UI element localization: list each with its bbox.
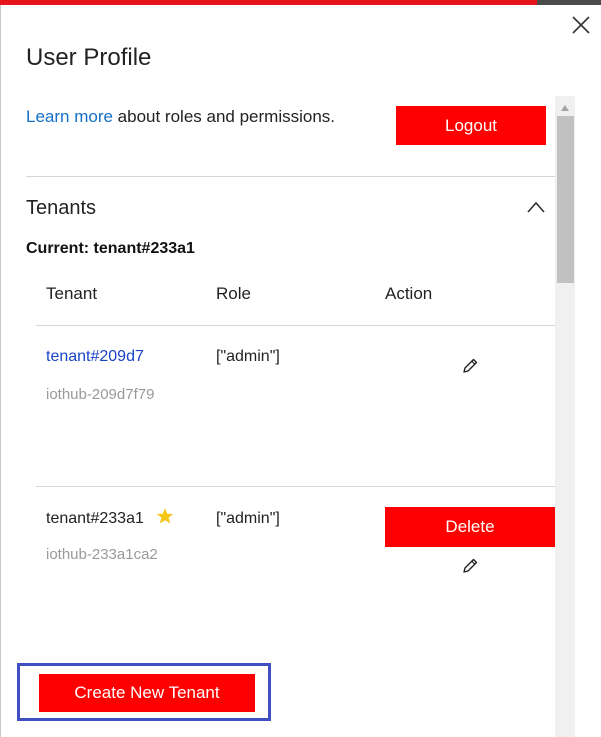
tenant-role: ["admin"] [216, 510, 280, 527]
table-header-divider [36, 325, 555, 326]
pencil-icon [463, 358, 478, 373]
tenant-link[interactable]: tenant#209d7 [46, 348, 144, 366]
section-divider [26, 176, 555, 177]
scroll-up-arrow-icon [561, 105, 569, 111]
tenant-role: ["admin"] [216, 348, 280, 365]
tenant-hub-id: iothub-233a1ca2 [46, 546, 158, 563]
close-icon [572, 16, 590, 34]
current-tenant-badge [156, 507, 174, 525]
collapse-section-button[interactable] [526, 200, 546, 214]
edit-tenant-button[interactable] [461, 557, 479, 575]
chevron-up-icon [527, 201, 545, 213]
current-tenant-label: Current: tenant#233a1 [26, 240, 195, 257]
create-tenant-highlight: Create New Tenant [17, 663, 271, 721]
profile-scroll-area: Learn more about roles and permissions. … [0, 96, 575, 737]
learn-more-link[interactable]: Learn more [26, 107, 113, 126]
create-new-tenant-button[interactable]: Create New Tenant [39, 674, 255, 712]
column-header-role: Role [216, 284, 251, 303]
delete-tenant-button[interactable]: Delete [385, 507, 555, 547]
page-title: User Profile [26, 44, 152, 71]
column-header-tenant: Tenant [46, 284, 98, 303]
tenant-hub-id: iothub-209d7f79 [46, 386, 155, 403]
top-accent-bar-dark [537, 0, 601, 5]
tenant-name: tenant#233a1 [46, 510, 144, 527]
star-icon [156, 508, 174, 524]
edit-tenant-button[interactable] [461, 357, 479, 375]
table-row-divider [36, 486, 555, 487]
scroll-up-button[interactable] [558, 100, 572, 111]
logout-button[interactable]: Logout [396, 106, 546, 145]
tenants-section-title: Tenants [26, 197, 97, 219]
roles-info-suffix: about roles and permissions. [112, 107, 335, 126]
pencil-icon [463, 558, 478, 573]
top-accent-bar [0, 0, 537, 5]
close-button[interactable] [570, 14, 592, 36]
scrollbar-thumb[interactable] [557, 116, 574, 283]
column-header-action: Action [385, 284, 433, 303]
roles-info-text: Learn more about roles and permissions. [26, 107, 335, 127]
